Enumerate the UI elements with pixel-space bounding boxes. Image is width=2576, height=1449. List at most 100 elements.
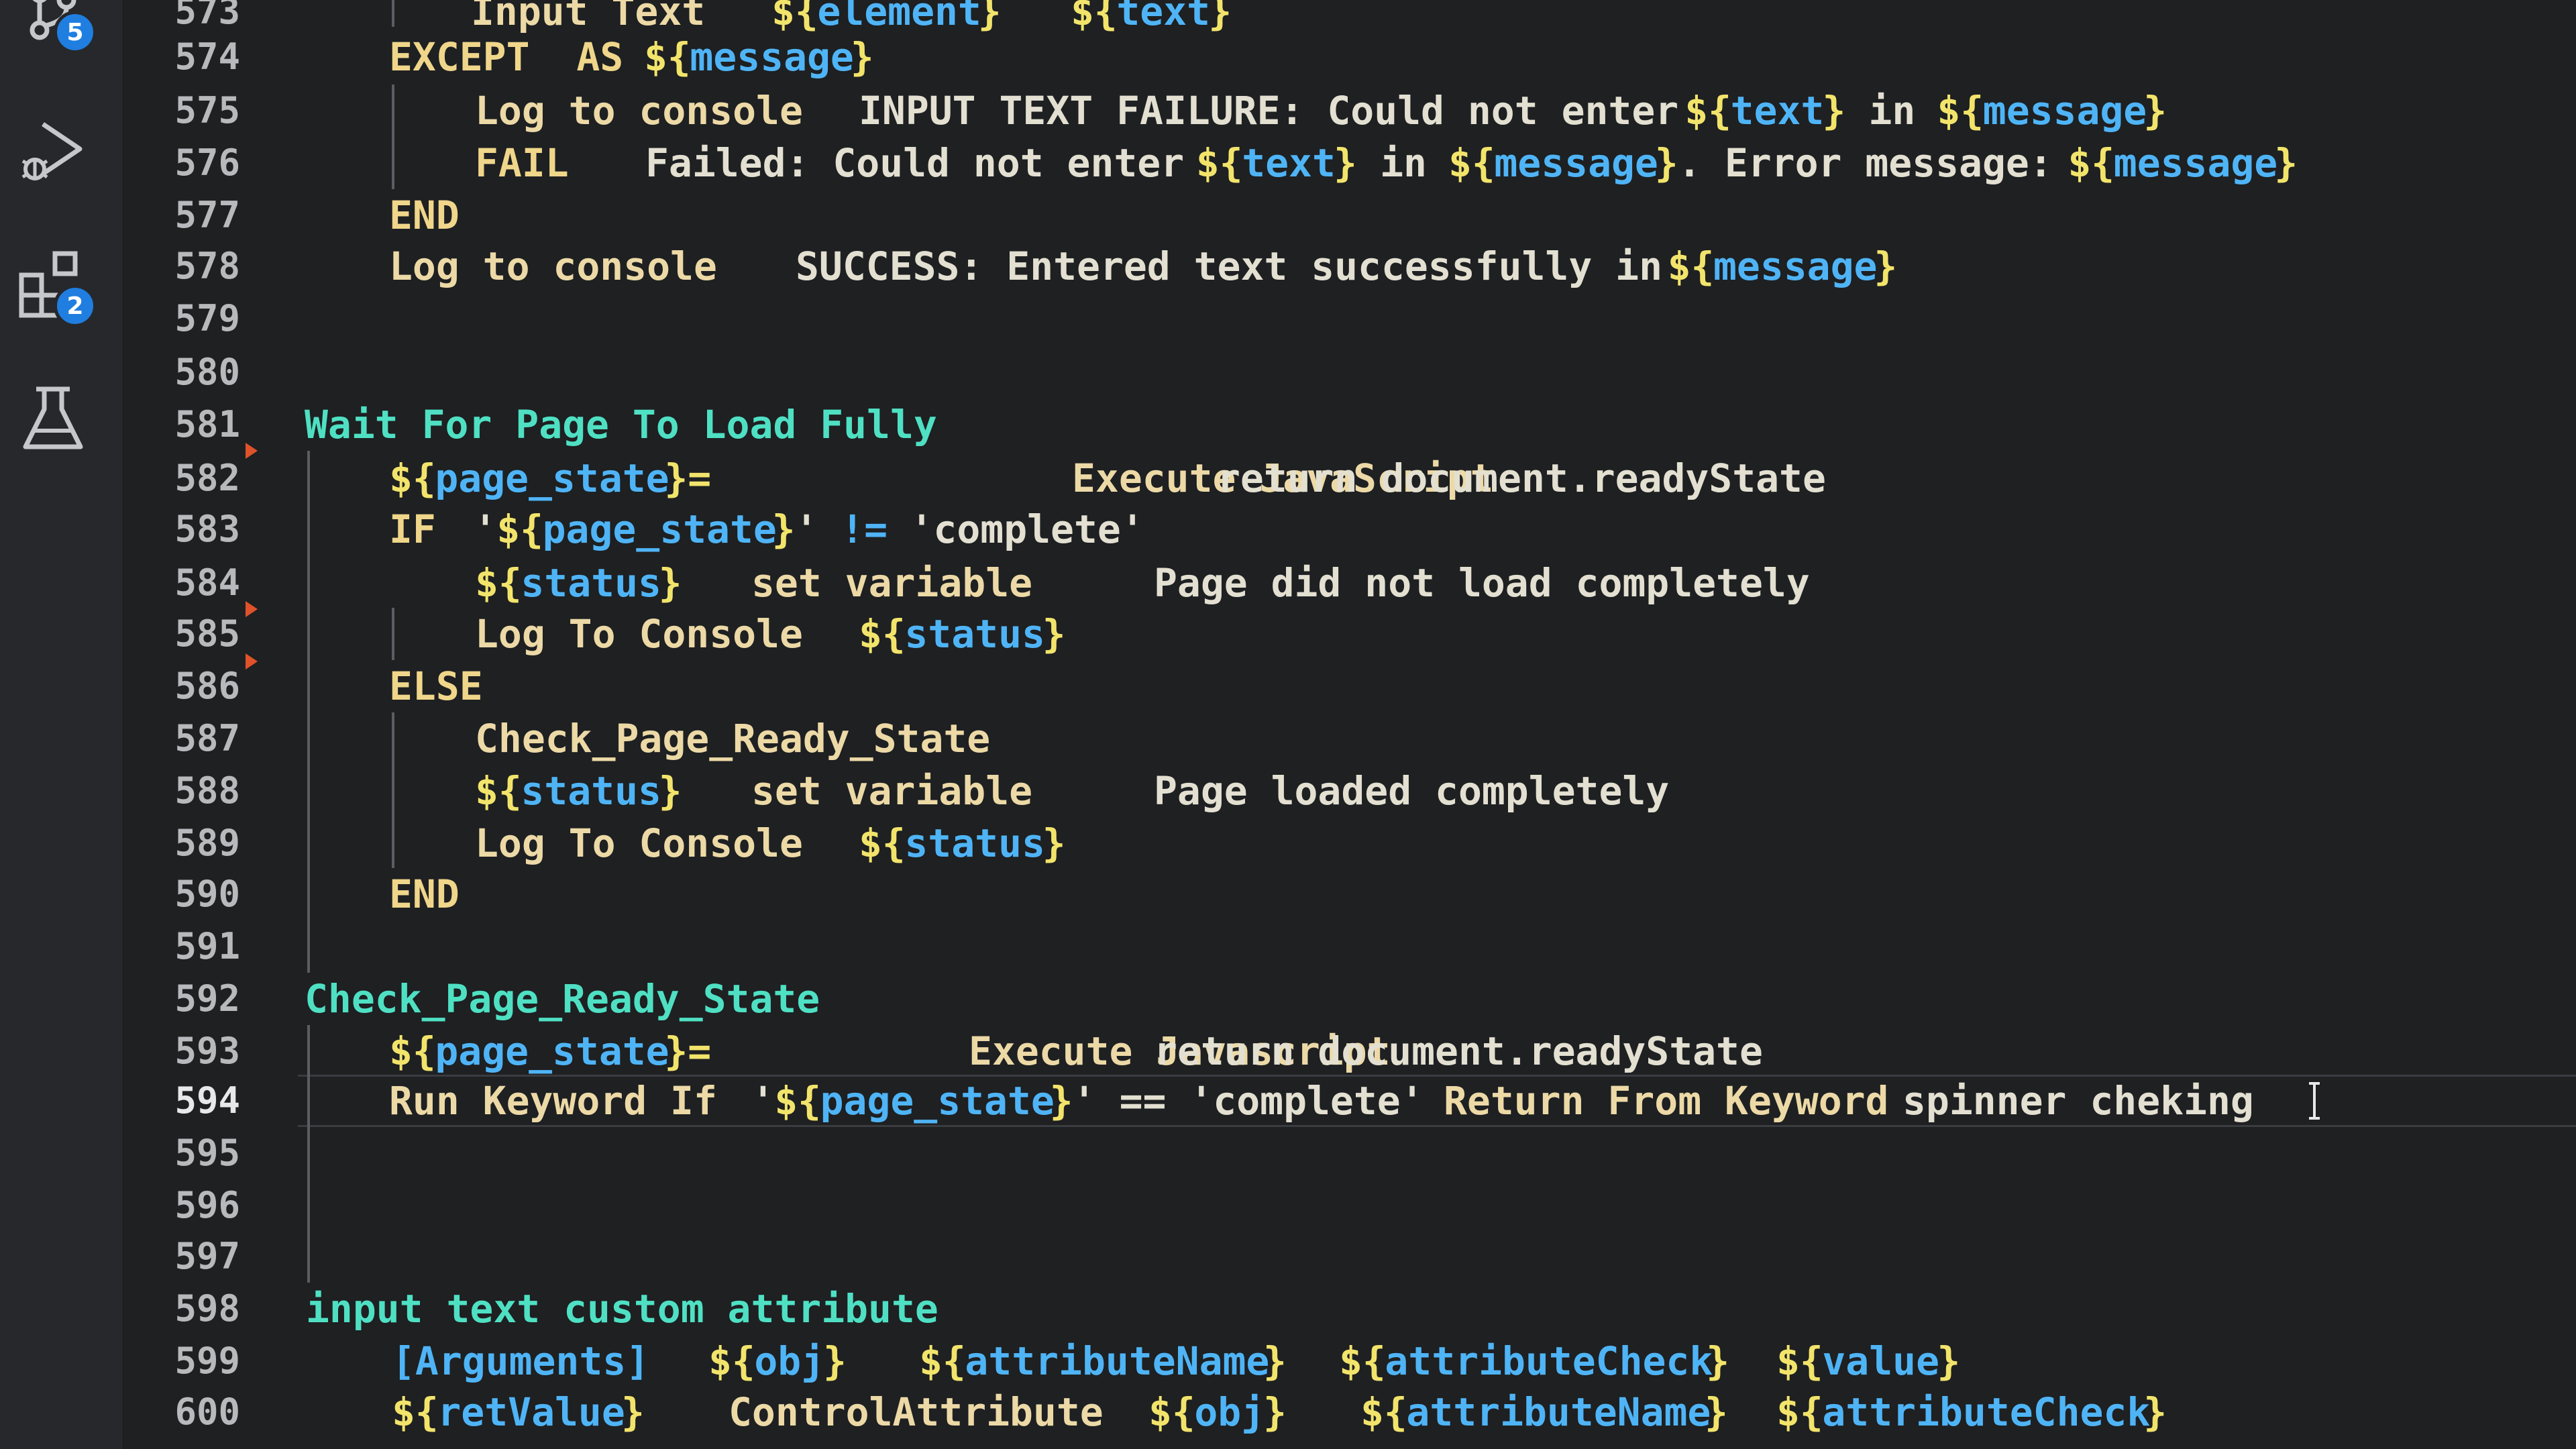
code-line[interactable]: ${status} set variable Page loaded complet… — [298, 765, 2576, 817]
run-debug-glyph — [21, 122, 83, 180]
code-token: Return From Keyword — [1444, 1078, 1889, 1124]
code-token: ${ — [1195, 140, 1243, 186]
code-token: ' — [751, 1078, 775, 1124]
code-token: ${ — [1448, 140, 1495, 186]
code-line[interactable] — [298, 346, 2576, 398]
code-token: 'complete' — [886, 506, 1144, 552]
code-token: ControlAttribute — [729, 1389, 1104, 1435]
code-token: spinner cheking — [1902, 1078, 2254, 1124]
line-number-gutter: 573 574 575 576 577 578 579 580 581 582 583 584 585 5… — [123, 0, 298, 1449]
code-line[interactable] — [298, 920, 2576, 973]
code-token: } — [1042, 820, 1066, 866]
code-line[interactable]: Wait For Page To Load Fully — [298, 398, 2576, 451]
line-number: 586 — [174, 665, 240, 707]
code-line[interactable] — [298, 1179, 2576, 1232]
code-token: END — [389, 193, 460, 238]
code-token: ${ — [475, 768, 522, 814]
code-line[interactable]: Run Keyword If ' ${page_state} ' == 'comple… — [298, 1075, 2576, 1127]
code-token: ${ — [1667, 244, 1715, 289]
code-line[interactable]: Check_Page_Ready_State — [298, 973, 2576, 1025]
code-token: != — [841, 506, 888, 552]
code-line[interactable]: EXCEPT AS ${message} — [298, 31, 2576, 83]
line-number: 595 — [174, 1132, 240, 1174]
code-token: obj — [754, 1338, 825, 1384]
code-token: } — [2143, 88, 2167, 133]
code-line[interactable]: Log to console SUCCESS: Entered text succ… — [298, 240, 2576, 292]
code-token: ' — [474, 506, 497, 552]
code-line[interactable]: Check_Page_Ready_State — [298, 712, 2576, 765]
code-line[interactable]: ${retValue} ControlAttribute ${obj} ${attri… — [298, 1386, 2576, 1438]
code-line[interactable]: END — [298, 868, 2576, 920]
code-line[interactable]: FAIL Failed: Could not enter ${text} in $… — [298, 137, 2576, 189]
line-number: 589 — [174, 822, 240, 864]
code-token: message — [690, 34, 854, 80]
line-number: 578 — [174, 245, 240, 287]
code-token: [Arguments] — [392, 1338, 650, 1384]
line-number: 596 — [174, 1184, 240, 1226]
code-token: }= — [664, 455, 712, 501]
code-token: } — [1263, 1389, 1287, 1435]
code-line[interactable]: ${page_state}= Execute JavaScript return d… — [298, 452, 2576, 504]
code-token: } — [850, 34, 874, 80]
breakpoint-marker-icon[interactable] — [246, 443, 258, 459]
code-line[interactable]: ${page_state}= Execute Javascript return d… — [298, 1025, 2576, 1077]
code-token: Log to console — [389, 244, 717, 289]
code-token: } — [1874, 244, 1898, 289]
code-token: message — [1982, 88, 2147, 133]
line-number: 597 — [174, 1235, 240, 1277]
code-line[interactable] — [298, 1127, 2576, 1179]
code-token: ${ — [475, 560, 522, 606]
code-token: Log To Console — [475, 820, 803, 866]
indent-guide — [392, 85, 394, 189]
code-token: ${ — [1776, 1338, 1823, 1384]
code-token: Page loaded completely — [1154, 768, 1670, 814]
code-line[interactable]: ${status} set variable Page did not load c… — [298, 557, 2576, 609]
code-token: retValue — [437, 1389, 625, 1435]
code-token: IF — [389, 506, 436, 552]
line-number: 593 — [174, 1030, 240, 1072]
code-token: END — [389, 871, 460, 917]
line-number: 581 — [174, 403, 240, 445]
code-token: in — [1356, 140, 1450, 186]
line-number: 584 — [174, 561, 240, 604]
code-line[interactable]: END — [298, 189, 2576, 241]
code-token: ${ — [389, 455, 436, 501]
code-token: ${ — [1339, 1338, 1386, 1384]
code-line[interactable] — [298, 1230, 2576, 1283]
source-control-badge: 5 — [54, 11, 97, 54]
source-control-icon[interactable]: 5 — [16, 0, 97, 54]
extensions-icon[interactable]: 2 — [16, 248, 97, 327]
code-line[interactable]: ELSE — [298, 660, 2576, 712]
code-token: page_state — [820, 1078, 1055, 1124]
code-token: ' == 'complete' — [1072, 1078, 1424, 1124]
breakpoint-marker-icon[interactable] — [246, 601, 258, 617]
code-line[interactable]: Log To Console ${status} — [298, 817, 2576, 869]
code-line[interactable]: IF ' ${page_state} ' != 'complete' — [298, 503, 2576, 555]
breakpoint-marker-icon[interactable] — [246, 653, 258, 669]
code-token: ' — [794, 506, 842, 552]
code-line[interactable]: input text custom attribute — [298, 1283, 2576, 1335]
code-token: ${ — [496, 506, 544, 552]
indent-guide — [392, 608, 394, 660]
code-token: Log To Console — [475, 611, 803, 657]
line-number: 577 — [174, 194, 240, 236]
indent-guide — [307, 1025, 310, 1283]
line-number: 600 — [174, 1391, 240, 1433]
code-token: Check_Page_Ready_State — [475, 716, 991, 761]
code-line[interactable]: Log To Console ${status} — [298, 608, 2576, 660]
run-debug-icon[interactable] — [16, 114, 90, 188]
code-token: Wait For Page To Load Fully — [305, 402, 937, 447]
code-token: Run Keyword If — [389, 1078, 717, 1124]
code-line[interactable]: [Arguments] ${obj} ${attributeName} ${attri… — [298, 1335, 2576, 1387]
code-token: INPUT TEXT FAILURE: Could not enter — [859, 88, 1703, 133]
code-token: page_state — [542, 506, 777, 552]
code-line[interactable]: Log to console INPUT TEXT FAILURE: Could … — [298, 85, 2576, 137]
code-editor[interactable]: Input Text ${element} ${text} EXCEPT AS ${me… — [298, 0, 2576, 1449]
code-token: attributeCheck — [1822, 1389, 2151, 1435]
line-number: 588 — [174, 769, 240, 812]
code-token: ${ — [2068, 140, 2115, 186]
flask-icon[interactable] — [16, 382, 90, 456]
line-number: 575 — [174, 89, 240, 131]
extensions-badge: 2 — [54, 284, 97, 327]
code-line[interactable] — [298, 292, 2576, 345]
